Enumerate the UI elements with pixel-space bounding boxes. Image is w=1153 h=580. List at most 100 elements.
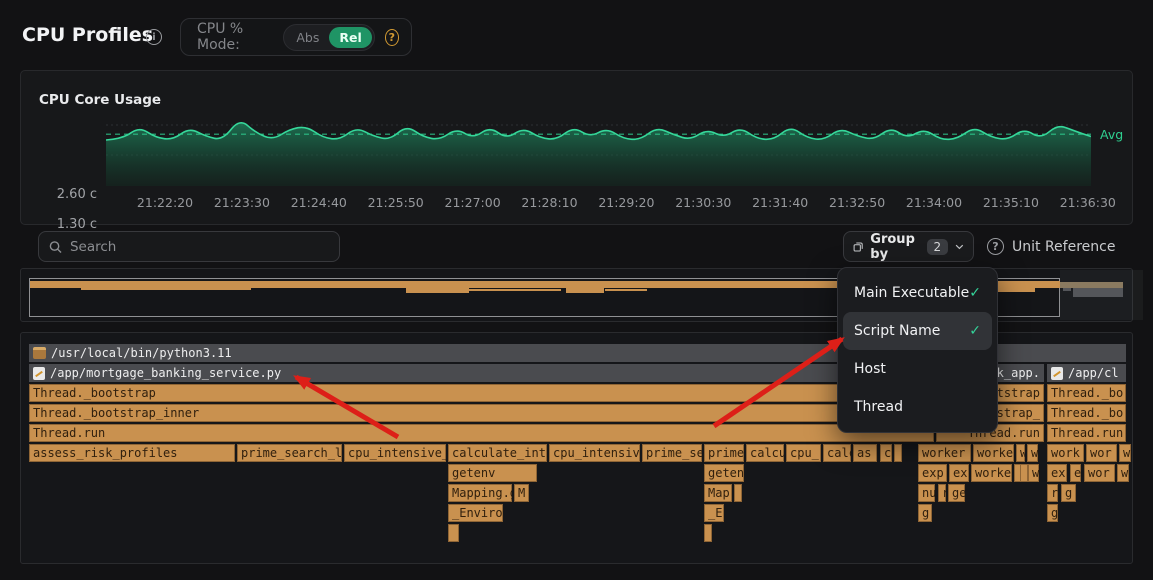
flame-frame[interactable]: exp (918, 464, 947, 482)
flame-frame[interactable]: Mapping.g (448, 484, 512, 502)
frame-label: work (1051, 444, 1080, 462)
flame-frame[interactable]: cpu_intensive (549, 444, 640, 462)
frame-label: cpu_intensive_ (348, 444, 446, 462)
flame-frame[interactable]: calculate_int (448, 444, 547, 462)
cpu-usage-panel: CPU Core Usage 2.60 c 1.30 c 0.00 c Avg … (20, 70, 1133, 225)
dropdown-item-thread[interactable]: Thread (843, 388, 992, 426)
flame-frame[interactable] (704, 524, 712, 542)
flame-frame[interactable]: cpu_intensive_ (344, 444, 446, 462)
mode-rel-option[interactable]: Rel (329, 27, 371, 48)
flame-frame[interactable]: prime_se (642, 444, 702, 462)
flame-frame[interactable]: ex (949, 464, 969, 482)
flame-frame[interactable]: Thread._bo (1047, 384, 1126, 402)
search-input[interactable] (70, 239, 329, 255)
flame-frame[interactable] (894, 444, 902, 462)
frame-label: Thread._bootstrap (33, 384, 156, 402)
flame-frame[interactable]: nu (918, 484, 935, 502)
memo-icon (1051, 367, 1063, 380)
flame-frame[interactable]: w (1119, 444, 1131, 462)
frame-label: e (1074, 464, 1081, 482)
flame-frame[interactable]: Thread._bo (1047, 404, 1126, 422)
frame-label: w (1020, 444, 1025, 462)
frame-label: Thread._bo (1051, 384, 1123, 402)
flame-frame[interactable]: g (1047, 504, 1058, 522)
frame-label: wor (1088, 464, 1110, 482)
search-box[interactable] (38, 231, 340, 262)
cpu-usage-chart[interactable] (106, 108, 1091, 186)
flame-frame[interactable]: Thread.run (29, 424, 934, 442)
minimap-flame-segment (1073, 288, 1123, 297)
flame-frame[interactable]: Thread._bootstrap_inner (29, 404, 934, 422)
abs-rel-toggle[interactable]: Abs Rel (283, 24, 374, 51)
frame-label: tstrap (997, 384, 1040, 402)
x-tick-label: 21:28:10 (510, 195, 590, 210)
info-icon[interactable]: i (146, 29, 162, 45)
flame-frame[interactable]: w (1016, 444, 1025, 462)
frame-label: _Enviro (452, 504, 503, 522)
flame-frame[interactable]: Thread._bootstrap (29, 384, 934, 402)
flame-frame[interactable]: r (1047, 484, 1058, 502)
memo-icon (33, 367, 45, 380)
mode-abs-option[interactable]: Abs (286, 27, 329, 48)
frame-label: getenv (452, 464, 495, 482)
flame-frame[interactable]: worke (971, 464, 1012, 482)
x-tick-label: 21:29:20 (586, 195, 666, 210)
flame-frame[interactable]: _Enviro (448, 504, 503, 522)
dropdown-item-main-executable[interactable]: Main Executable✓ (843, 274, 992, 312)
flame-frame[interactable]: g (918, 504, 932, 522)
flame-frame[interactable]: getenv (448, 464, 537, 482)
group-by-label: Group by (870, 232, 919, 262)
flame-frame[interactable]: c (880, 444, 892, 462)
frame-label: cpu_intensive (553, 444, 640, 462)
flame-frame[interactable]: g (1061, 484, 1076, 502)
flame-frame[interactable]: Thread.run (1047, 424, 1126, 442)
flame-frame[interactable]: worke (973, 444, 1014, 462)
flame-frame[interactable]: assess_risk_profiles (29, 444, 235, 462)
flame-frame[interactable]: r (938, 484, 946, 502)
frame-label: _E (708, 504, 722, 522)
frame-label: prime_search_l (241, 444, 342, 462)
frame-label: worke (975, 464, 1011, 482)
frame-label: geten (708, 464, 744, 482)
flame-frame[interactable] (448, 524, 459, 542)
x-tick-label: 21:27:00 (433, 195, 513, 210)
flame-frame[interactable]: /app/cl (1047, 364, 1126, 382)
flame-frame[interactable]: calcu (746, 444, 784, 462)
x-tick-label: 21:34:00 (894, 195, 974, 210)
flame-frame[interactable]: as (853, 444, 877, 462)
frame-label: exp (922, 464, 944, 482)
flame-frame[interactable]: /app/mortgage_banking_service.py (29, 364, 934, 382)
flame-frame[interactable]: e (1070, 464, 1081, 482)
group-by-button[interactable]: Group by 2 (843, 231, 974, 262)
flame-frame[interactable]: worker (918, 444, 971, 462)
cpu-mode-label: CPU % Mode: (197, 21, 273, 53)
flame-frame[interactable]: _E (704, 504, 724, 522)
flame-frame[interactable] (1020, 464, 1028, 482)
unit-reference-button[interactable]: ? Unit Reference (987, 231, 1115, 262)
flame-frame[interactable]: wor (1086, 444, 1117, 462)
flame-frame[interactable]: w (1028, 464, 1039, 482)
flame-frame[interactable]: geten (704, 464, 744, 482)
flame-frame[interactable]: Map (704, 484, 732, 502)
flame-frame[interactable]: M (514, 484, 529, 502)
flame-frame[interactable]: prime (704, 444, 744, 462)
dropdown-item-host[interactable]: Host (843, 350, 992, 388)
flame-frame[interactable] (734, 484, 742, 502)
flame-frame[interactable]: ex (1047, 464, 1067, 482)
flame-frame[interactable]: ge (948, 484, 965, 502)
flame-frame[interactable]: w (1027, 444, 1038, 462)
flame-frame[interactable]: calc (823, 444, 851, 462)
mode-help-icon[interactable]: ? (385, 29, 399, 46)
flame-frame[interactable]: wor (1084, 464, 1115, 482)
dropdown-item-script-name[interactable]: Script Name✓ (843, 312, 992, 350)
flame-frame[interactable]: prime_search_l (237, 444, 342, 462)
frame-label: ex (953, 464, 967, 482)
frame-label: ex (1051, 464, 1065, 482)
flame-frame[interactable]: w (1117, 464, 1129, 482)
flame-frame[interactable]: cpu_ (786, 444, 821, 462)
x-tick-label: 21:30:30 (663, 195, 743, 210)
flame-frame[interactable]: work (1047, 444, 1084, 462)
frame-label: c (884, 444, 891, 462)
dropdown-item-label: Thread (854, 399, 903, 415)
avg-label: Avg (1100, 127, 1123, 142)
